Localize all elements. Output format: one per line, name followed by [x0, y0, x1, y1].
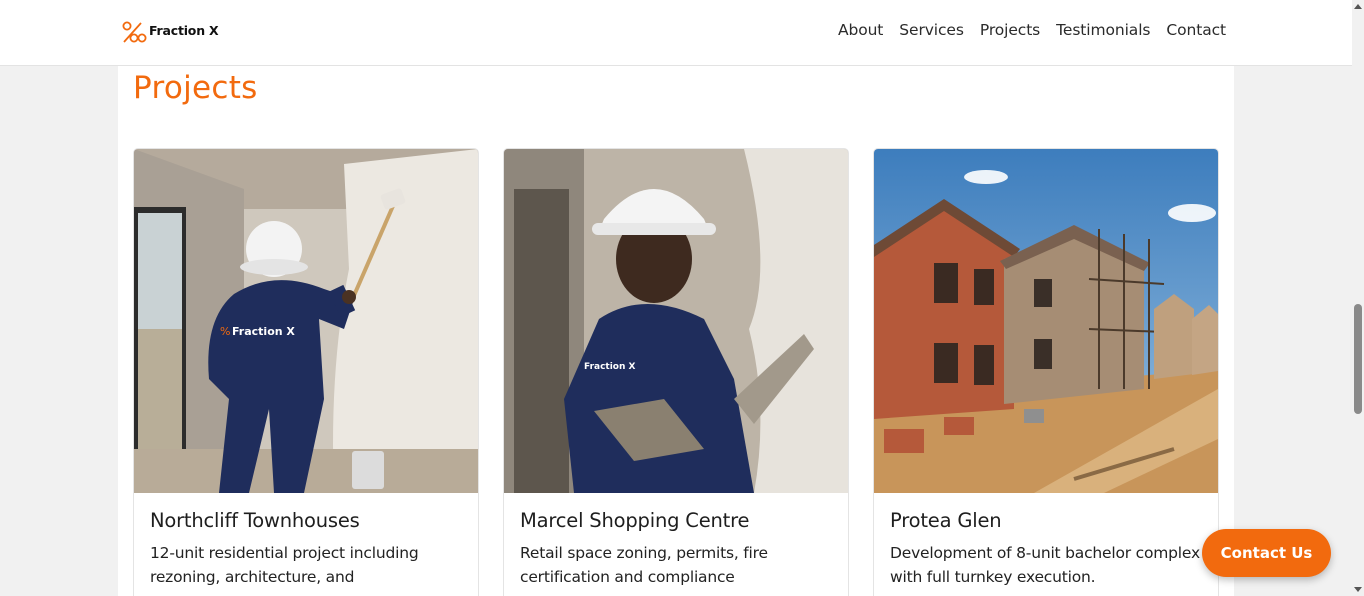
project-description: Development of 8-unit bachelor complex w…: [890, 544, 1200, 586]
project-card-marcel[interactable]: Fraction X Marcel Shopping Centre Retail…: [503, 148, 849, 596]
project-title: Protea Glen: [890, 509, 1002, 532]
projects-section: Projects Fraction X % Northcliff Townhou…: [118, 66, 1234, 596]
nav-contact[interactable]: Contact: [1166, 21, 1226, 39]
logo-text: Fraction X: [149, 22, 219, 38]
nav-services[interactable]: Services: [899, 21, 964, 39]
percent-logo-icon: [122, 21, 147, 43]
project-title: Northcliff Townhouses: [150, 509, 360, 532]
section-title: Projects: [133, 70, 258, 106]
project-description: Retail space zoning, permits, fire certi…: [520, 544, 768, 586]
nav-about[interactable]: About: [838, 21, 883, 39]
worker-painting-wall-image: Fraction X %: [134, 149, 478, 493]
svg-text:Fraction X: Fraction X: [584, 362, 636, 372]
scroll-up-arrow-icon[interactable]: [1354, 4, 1362, 9]
main-nav: About Services Projects Testimonials Con…: [822, 21, 1226, 39]
site-header: Fraction X About Services Projects Testi…: [0, 0, 1352, 66]
contact-us-button[interactable]: Contact Us: [1202, 529, 1331, 577]
worker-plastering-wall-image: Fraction X: [504, 149, 848, 493]
svg-text:%: %: [220, 325, 230, 338]
scrollbar-thumb[interactable]: [1354, 304, 1362, 414]
project-description: 12-unit residential project including re…: [150, 544, 419, 586]
nav-testimonials[interactable]: Testimonials: [1056, 21, 1150, 39]
project-card-protea-glen[interactable]: Protea Glen Development of 8-unit bachel…: [873, 148, 1219, 596]
logo[interactable]: Fraction X: [121, 20, 219, 44]
project-card-northcliff[interactable]: Fraction X % Northcliff Townhouses 12-un…: [133, 148, 479, 596]
nav-projects[interactable]: Projects: [980, 21, 1040, 39]
scroll-down-arrow-icon[interactable]: [1354, 587, 1362, 592]
svg-text:Fraction X: Fraction X: [232, 325, 295, 338]
project-title: Marcel Shopping Centre: [520, 509, 750, 532]
page-scrollbar[interactable]: [1352, 0, 1364, 596]
houses-under-construction-image: [874, 149, 1218, 493]
